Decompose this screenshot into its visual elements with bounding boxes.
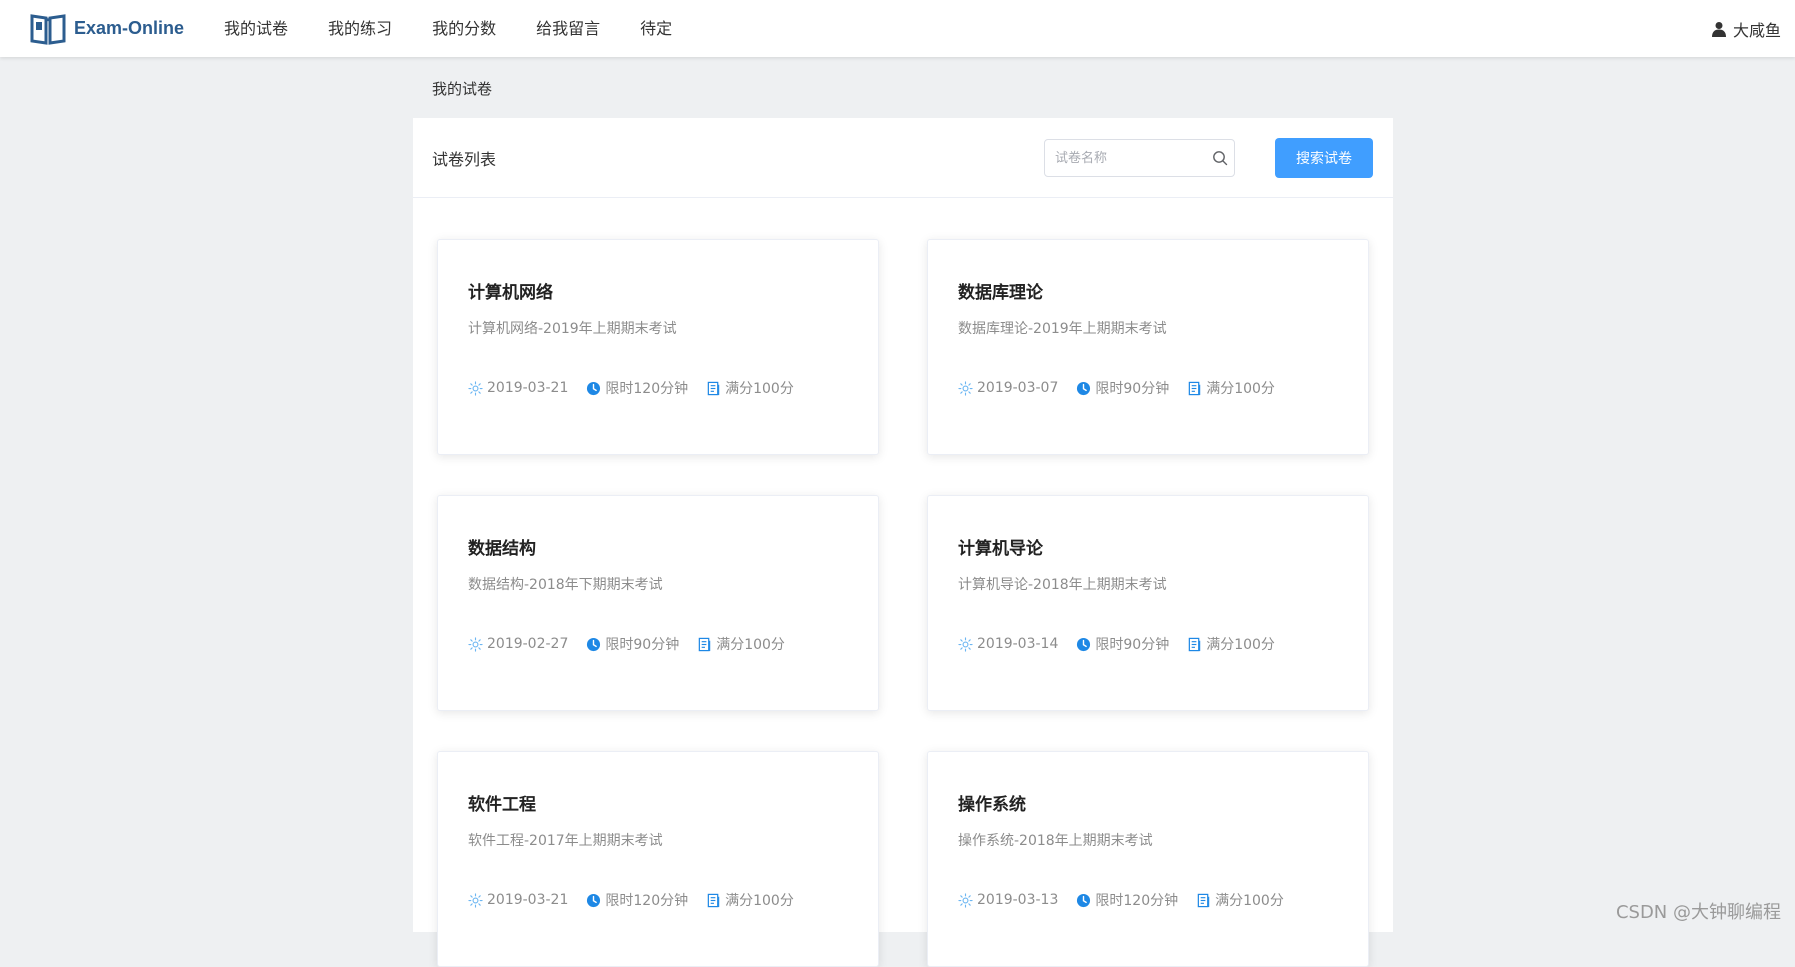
panel-header: 试卷列表 搜索试卷 xyxy=(413,118,1393,198)
paper-time-limit: 限时90分钟 xyxy=(586,634,679,654)
paper-description: 计算机导论-2018年上期期末考试 xyxy=(958,574,1338,594)
search-papers-button[interactable]: 搜索试卷 xyxy=(1275,138,1373,178)
paper-title: 操作系统 xyxy=(958,790,1338,812)
nav-item-my-papers[interactable]: 我的试卷 xyxy=(204,0,308,57)
document-icon xyxy=(1196,893,1211,908)
nav-item-my-scores[interactable]: 我的分数 xyxy=(412,0,516,57)
paper-time-limit: 限时90分钟 xyxy=(1076,634,1169,654)
paper-card[interactable]: 计算机网络 计算机网络-2019年上期期末考试 2019-03-21 xyxy=(437,239,879,455)
paper-description: 计算机网络-2019年上期期末考试 xyxy=(468,318,848,338)
document-icon xyxy=(706,893,721,908)
clock-icon xyxy=(1076,893,1091,908)
search-box xyxy=(1044,139,1235,177)
paper-title: 计算机导论 xyxy=(958,534,1338,556)
search-input[interactable] xyxy=(1055,141,1210,175)
sun-icon xyxy=(468,893,483,908)
paper-meta: 2019-03-21 限时120分钟 满分100分 xyxy=(468,890,848,910)
paper-description: 操作系统-2018年上期期末考试 xyxy=(958,830,1338,850)
paper-card[interactable]: 数据库理论 数据库理论-2019年上期期末考试 2019-03-07 xyxy=(927,239,1369,455)
paper-card[interactable]: 操作系统 操作系统-2018年上期期末考试 2019-03-13 xyxy=(927,751,1369,967)
document-icon xyxy=(1187,381,1202,396)
sun-icon xyxy=(958,893,973,908)
clock-icon xyxy=(1076,637,1091,652)
sun-icon xyxy=(958,637,973,652)
paper-title: 计算机网络 xyxy=(468,278,848,300)
search-icon[interactable] xyxy=(1212,150,1228,166)
clock-icon xyxy=(1076,381,1091,396)
paper-full-score: 满分100分 xyxy=(697,634,785,654)
paper-list-panel: 试卷列表 搜索试卷 计算机网络 计算机网络-2019年上期期末考试 xyxy=(413,118,1393,932)
sun-icon xyxy=(958,381,973,396)
user-name: 大咸鱼 xyxy=(1733,17,1781,41)
paper-card[interactable]: 计算机导论 计算机导论-2018年上期期末考试 2019-03-14 xyxy=(927,495,1369,711)
paper-full-score: 满分100分 xyxy=(1187,634,1275,654)
paper-full-score: 满分100分 xyxy=(706,890,794,910)
sun-icon xyxy=(468,381,483,396)
paper-date: 2019-03-07 xyxy=(958,380,1058,396)
nav-item-my-practice[interactable]: 我的练习 xyxy=(308,0,412,57)
paper-title: 软件工程 xyxy=(468,790,848,812)
nav-item-tbd[interactable]: 待定 xyxy=(620,0,692,57)
sun-icon xyxy=(468,637,483,652)
document-icon xyxy=(1187,637,1202,652)
paper-meta: 2019-03-13 限时120分钟 满分100分 xyxy=(958,890,1338,910)
paper-date: 2019-03-13 xyxy=(958,892,1058,908)
paper-card[interactable]: 数据结构 数据结构-2018年下期期末考试 2019-02-27 xyxy=(437,495,879,711)
clock-icon xyxy=(586,637,601,652)
paper-meta: 2019-02-27 限时90分钟 满分100分 xyxy=(468,634,848,654)
book-logo-icon xyxy=(30,12,66,46)
paper-card[interactable]: 软件工程 软件工程-2017年上期期末考试 2019-03-21 xyxy=(437,751,879,967)
app-name: Exam-Online xyxy=(74,18,184,39)
paper-meta: 2019-03-21 限时120分钟 满分100分 xyxy=(468,378,848,398)
paper-meta: 2019-03-07 限时90分钟 满分100分 xyxy=(958,378,1338,398)
user-icon xyxy=(1711,21,1727,37)
paper-date: 2019-03-14 xyxy=(958,636,1058,652)
paper-description: 数据库理论-2019年上期期末考试 xyxy=(958,318,1338,338)
breadcrumb: 我的试卷 xyxy=(432,78,492,99)
nav-item-leave-message[interactable]: 给我留言 xyxy=(516,0,620,57)
top-navbar: Exam-Online 我的试卷 我的练习 我的分数 给我留言 待定 大咸鱼 xyxy=(0,0,1795,57)
paper-full-score: 满分100分 xyxy=(706,378,794,398)
clock-icon xyxy=(586,893,601,908)
clock-icon xyxy=(586,381,601,396)
paper-title: 数据库理论 xyxy=(958,278,1338,300)
brand[interactable]: Exam-Online xyxy=(30,12,184,46)
paper-meta: 2019-03-14 限时90分钟 满分100分 xyxy=(958,634,1338,654)
paper-date: 2019-03-21 xyxy=(468,892,568,908)
main-nav: 我的试卷 我的练习 我的分数 给我留言 待定 xyxy=(204,0,692,57)
paper-description: 数据结构-2018年下期期末考试 xyxy=(468,574,848,594)
paper-full-score: 满分100分 xyxy=(1187,378,1275,398)
user-menu[interactable]: 大咸鱼 xyxy=(1711,0,1781,57)
paper-time-limit: 限时120分钟 xyxy=(586,378,688,398)
paper-full-score: 满分100分 xyxy=(1196,890,1284,910)
paper-time-limit: 限时120分钟 xyxy=(1076,890,1178,910)
panel-title: 试卷列表 xyxy=(432,146,496,170)
document-icon xyxy=(706,381,721,396)
paper-date: 2019-02-27 xyxy=(468,636,568,652)
paper-card-grid: 计算机网络 计算机网络-2019年上期期末考试 2019-03-21 xyxy=(437,239,1369,967)
paper-time-limit: 限时90分钟 xyxy=(1076,378,1169,398)
document-icon xyxy=(697,637,712,652)
paper-date: 2019-03-21 xyxy=(468,380,568,396)
watermark: CSDN @大钟聊编程 xyxy=(1616,898,1781,924)
paper-title: 数据结构 xyxy=(468,534,848,556)
paper-description: 软件工程-2017年上期期末考试 xyxy=(468,830,848,850)
paper-time-limit: 限时120分钟 xyxy=(586,890,688,910)
